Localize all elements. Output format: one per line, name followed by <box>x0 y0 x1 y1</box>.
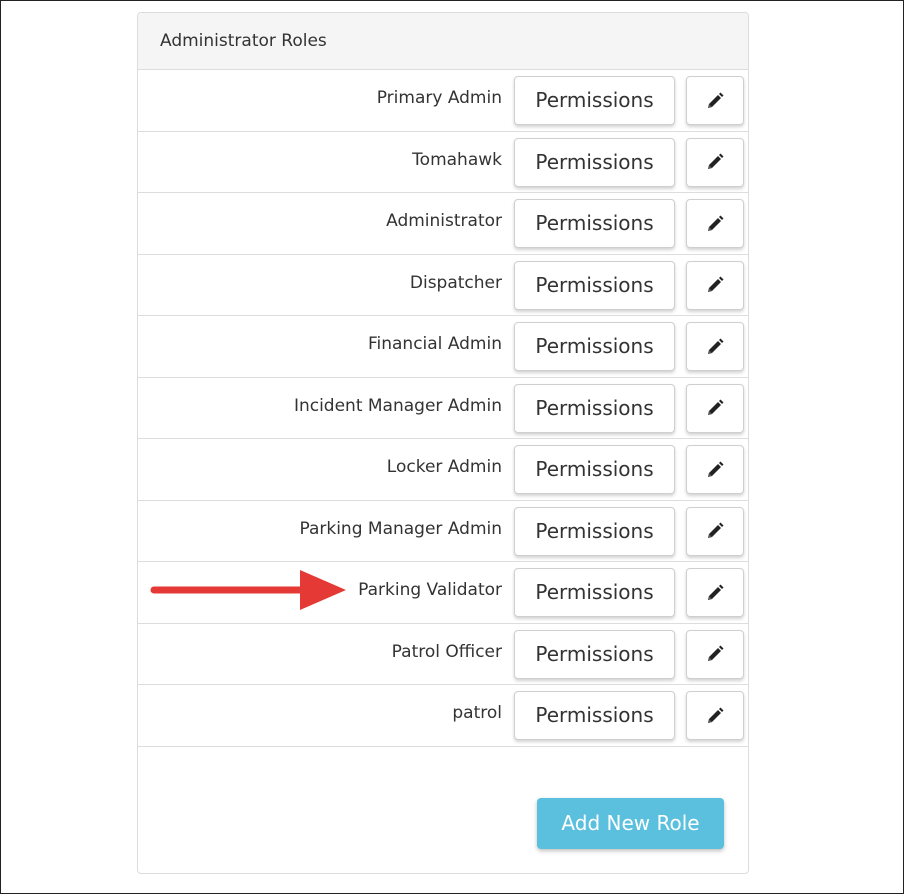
permissions-button[interactable]: Permissions <box>514 76 675 125</box>
permissions-button[interactable]: Permissions <box>514 445 675 494</box>
role-row: Financial Admin Permissions <box>138 316 748 378</box>
edit-role-button[interactable] <box>686 76 744 125</box>
pencil-icon <box>708 584 724 600</box>
role-list: Primary Admin Permissions Tomahawk Permi… <box>138 70 748 747</box>
role-name: Parking Manager Admin <box>299 518 502 539</box>
edit-role-button[interactable] <box>686 260 744 310</box>
permissions-button[interactable]: Permissions <box>514 260 675 310</box>
permissions-button[interactable]: Permissions <box>514 137 675 187</box>
pencil-icon <box>708 461 724 477</box>
edit-role-button[interactable] <box>686 506 744 556</box>
permissions-button[interactable]: Permissions <box>514 322 675 371</box>
permissions-button[interactable]: Permissions <box>514 691 675 740</box>
edit-role-button[interactable] <box>686 322 744 371</box>
edit-role-button[interactable] <box>686 445 744 494</box>
role-row: Tomahawk Permissions <box>138 132 748 193</box>
edit-role-button[interactable] <box>686 199 744 248</box>
role-name: Parking Validator <box>358 580 502 600</box>
permissions-button[interactable]: Permissions <box>514 383 675 433</box>
role-row: patrol Permissions <box>138 685 748 747</box>
role-name: Dispatcher <box>409 272 502 293</box>
edit-role-button[interactable] <box>686 629 744 679</box>
pencil-icon <box>708 522 724 538</box>
role-row: Patrol Officer Permissions <box>138 624 748 685</box>
role-row: Parking Manager Admin Permissions <box>138 501 748 562</box>
role-name: Locker Admin <box>386 457 502 477</box>
edit-role-button[interactable] <box>686 568 744 617</box>
edit-role-button[interactable] <box>686 137 744 187</box>
administrator-roles-panel: Administrator Roles Primary Admin Permis… <box>137 12 749 874</box>
role-name: Financial Admin <box>367 334 502 354</box>
role-name: patrol <box>452 703 502 723</box>
role-name: Tomahawk <box>412 149 502 170</box>
permissions-button[interactable]: Permissions <box>514 506 675 556</box>
role-name: Incident Manager Admin <box>293 395 502 416</box>
pencil-icon <box>708 399 724 415</box>
permissions-button[interactable]: Permissions <box>514 568 675 617</box>
pencil-icon <box>708 276 724 292</box>
role-row: Administrator Permissions <box>138 193 748 255</box>
add-new-role-button[interactable]: Add New Role <box>537 798 724 849</box>
pencil-icon <box>708 153 724 169</box>
role-row: Incident Manager Admin Permissions <box>138 378 748 439</box>
role-row: Locker Admin Permissions <box>138 439 748 501</box>
permissions-button[interactable]: Permissions <box>514 199 675 248</box>
role-row: Primary Admin Permissions <box>138 70 748 132</box>
edit-role-button[interactable] <box>686 691 744 740</box>
permissions-button[interactable]: Permissions <box>514 629 675 679</box>
panel-title: Administrator Roles <box>138 13 748 70</box>
pencil-icon <box>708 92 724 108</box>
role-name: Patrol Officer <box>391 641 502 662</box>
pencil-icon <box>708 645 724 661</box>
role-name: Administrator <box>386 211 502 231</box>
pencil-icon <box>708 338 724 354</box>
edit-role-button[interactable] <box>686 383 744 433</box>
pencil-icon <box>708 707 724 723</box>
role-name: Primary Admin <box>376 88 502 108</box>
role-row: Dispatcher Permissions <box>138 255 748 316</box>
red-arrow-icon <box>150 570 346 610</box>
pencil-icon <box>708 215 724 231</box>
